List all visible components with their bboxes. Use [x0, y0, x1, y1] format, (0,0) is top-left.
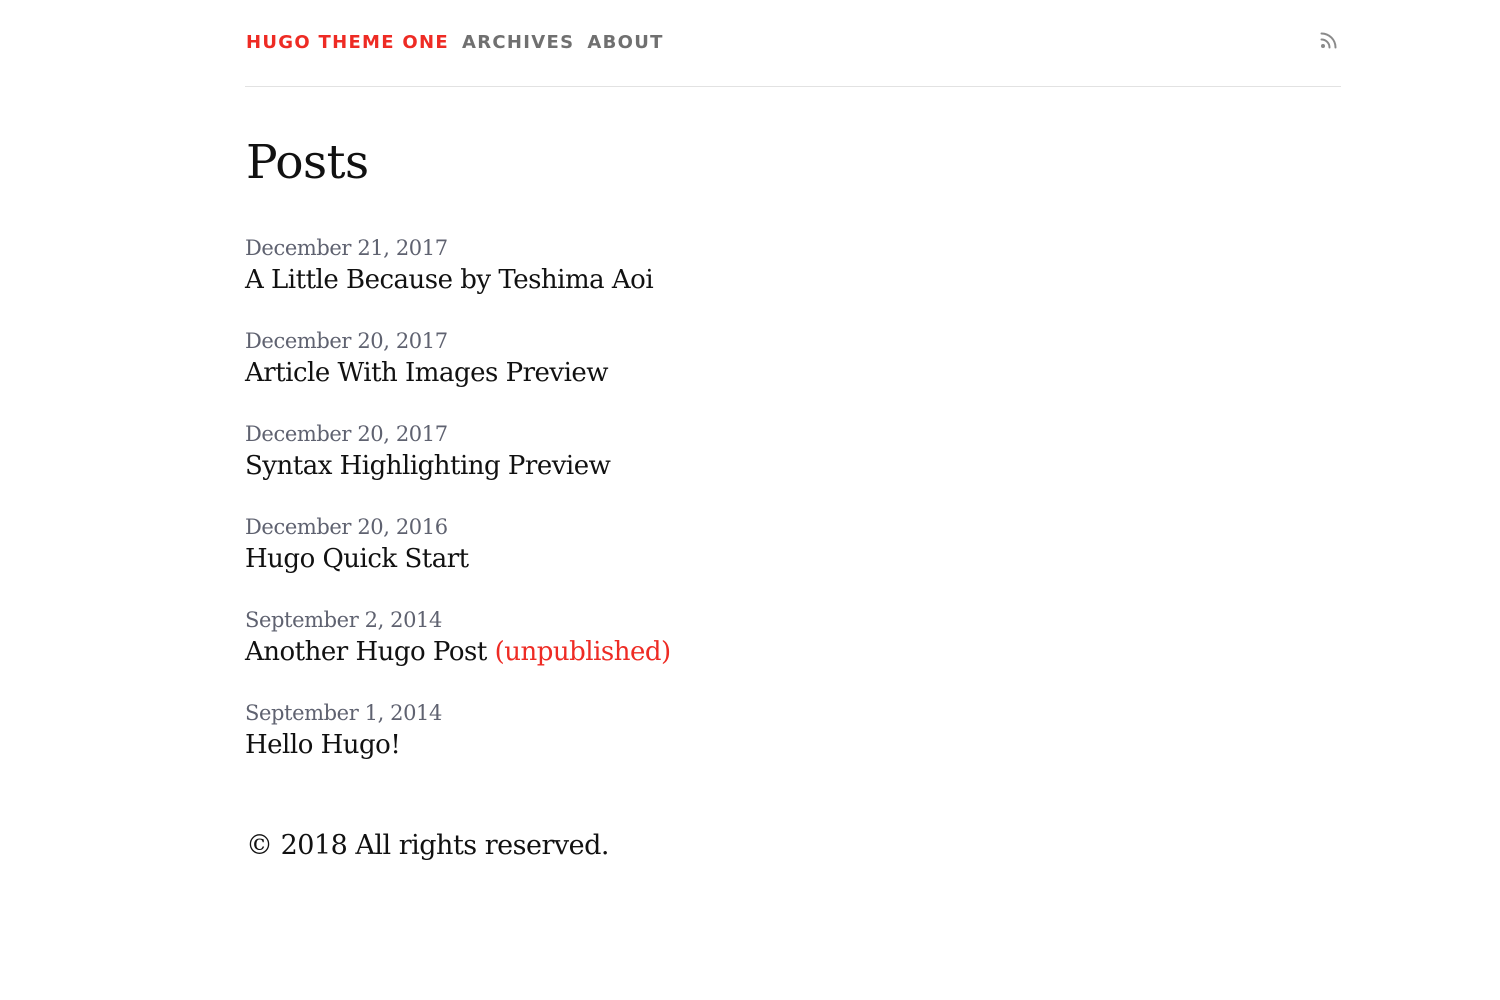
- post-list: December 21, 2017 A Little Because by Te…: [245, 234, 671, 792]
- site-header: HUGO THEME ONE ARCHIVES ABOUT: [245, 0, 1341, 87]
- main-nav: HUGO THEME ONE ARCHIVES ABOUT: [246, 32, 677, 53]
- post-list-item: December 20, 2016 Hugo Quick Start: [245, 513, 671, 606]
- page-container: HUGO THEME ONE ARCHIVES ABOUT Posts Dece…: [245, 0, 1341, 861]
- post-list-item: December 20, 2017 Article With Images Pr…: [245, 327, 671, 420]
- copyright-text: © 2018 All rights reserved.: [246, 830, 609, 861]
- post-list-item: December 20, 2017 Syntax Highlighting Pr…: [245, 420, 671, 513]
- post-title-link[interactable]: Article With Images Preview: [245, 355, 609, 391]
- post-title: Syntax Highlighting Preview: [245, 451, 611, 481]
- post-title: Hello Hugo!: [245, 730, 401, 760]
- post-title-link[interactable]: Another Hugo Post (unpublished): [245, 634, 671, 670]
- post-list-item: December 21, 2017 A Little Because by Te…: [245, 234, 671, 327]
- post-date: December 20, 2017: [245, 329, 448, 353]
- post-title-link[interactable]: Hugo Quick Start: [245, 541, 469, 577]
- nav-about-link[interactable]: ABOUT: [587, 32, 663, 53]
- post-title: Article With Images Preview: [245, 358, 609, 388]
- post-date: September 1, 2014: [245, 701, 442, 725]
- post-title: Hugo Quick Start: [245, 544, 469, 574]
- post-list-item: September 1, 2014 Hello Hugo!: [245, 699, 671, 792]
- page-title: Posts: [246, 135, 369, 190]
- post-date: December 20, 2016: [245, 515, 448, 539]
- post-list-item: September 2, 2014 Another Hugo Post (unp…: [245, 606, 671, 699]
- post-title-link[interactable]: A Little Because by Teshima Aoi: [245, 262, 654, 298]
- post-date: September 2, 2014: [245, 608, 442, 632]
- post-title: A Little Because by Teshima Aoi: [245, 265, 654, 295]
- unpublished-label: (unpublished): [494, 637, 672, 667]
- post-date: December 20, 2017: [245, 422, 448, 446]
- post-title: Another Hugo Post: [245, 637, 487, 667]
- nav-archives-link[interactable]: ARCHIVES: [462, 32, 574, 53]
- site-footer: © 2018 All rights reserved.: [246, 830, 609, 861]
- post-date: December 21, 2017: [245, 236, 448, 260]
- rss-icon[interactable]: [1319, 30, 1339, 50]
- site-brand-link[interactable]: HUGO THEME ONE: [246, 32, 449, 53]
- post-title-link[interactable]: Syntax Highlighting Preview: [245, 448, 611, 484]
- post-title-link[interactable]: Hello Hugo!: [245, 727, 401, 763]
